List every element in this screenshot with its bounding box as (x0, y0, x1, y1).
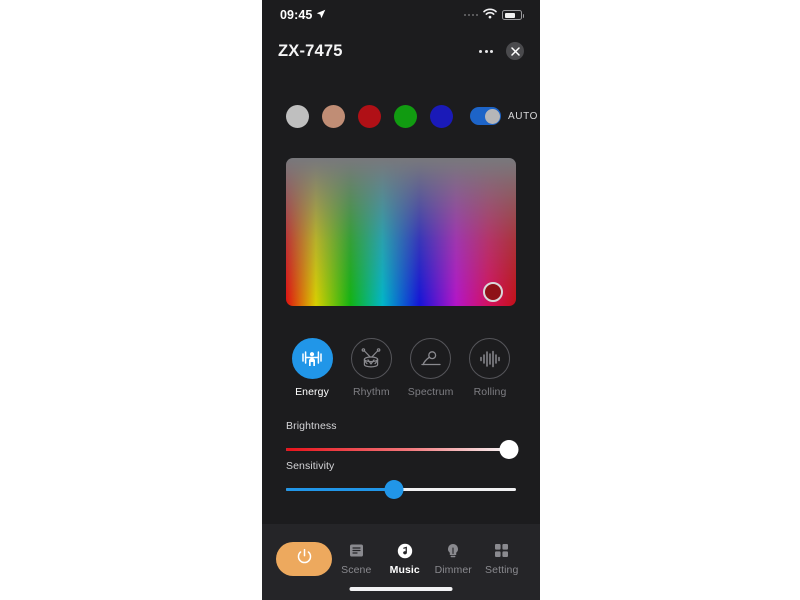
home-indicator (349, 587, 453, 591)
brightness-label: Brightness (286, 420, 337, 432)
wifi-icon (483, 6, 497, 24)
mode-label-energy: Energy (295, 386, 329, 398)
drum-icon (350, 338, 392, 379)
page-title: ZX-7475 (278, 41, 343, 60)
light-bulb-icon (446, 542, 460, 559)
grid-squares-icon (494, 542, 509, 559)
brightness-slider[interactable] (286, 439, 519, 459)
power-button[interactable] (276, 542, 332, 576)
waveform-icon (469, 338, 511, 379)
mode-button-spectrum[interactable]: Spectrum (405, 338, 457, 398)
music-note-icon (397, 542, 413, 559)
power-icon (296, 548, 313, 570)
brightness-thumb[interactable] (499, 439, 519, 459)
swatch-tan[interactable] (322, 104, 345, 128)
header-actions (478, 42, 524, 60)
close-icon[interactable] (506, 42, 524, 60)
nav-label-setting: Setting (485, 564, 519, 576)
color-picker-handle[interactable] (483, 282, 503, 302)
bottom-nav: Scene Music Dimmer Setting (262, 535, 540, 583)
swatch-blue[interactable] (430, 104, 453, 128)
status-bar: 09:45 (262, 0, 540, 30)
nav-item-dimmer[interactable]: Dimmer (429, 542, 478, 576)
status-bar-right (463, 6, 524, 24)
sensitivity-slider[interactable] (286, 479, 516, 499)
signal-dots-icon (463, 13, 478, 17)
swatch-green[interactable] (394, 104, 417, 128)
brightness-slider-group: Brightness (286, 420, 519, 459)
music-mode-selector: Energy Rhythm Spectrum Rolling (286, 338, 516, 398)
battery-icon (502, 10, 524, 20)
scene-list-icon (349, 542, 364, 559)
sensitivity-slider-group: Sensitivity (286, 460, 516, 499)
more-horizontal-icon[interactable] (478, 46, 494, 57)
preset-swatch-row: AUTO (262, 100, 540, 132)
location-arrow-icon (316, 6, 326, 24)
nav-label-dimmer: Dimmer (434, 564, 472, 576)
mode-button-rolling[interactable]: Rolling (464, 338, 516, 398)
mode-label-rolling: Rolling (473, 386, 507, 398)
status-bar-left: 09:45 (280, 6, 326, 24)
status-time: 09:45 (280, 8, 313, 22)
color-picker-gradient[interactable] (286, 158, 516, 306)
nav-label-scene: Scene (341, 564, 372, 576)
auto-toggle[interactable] (470, 107, 501, 125)
sensitivity-track-fill (286, 487, 395, 491)
brightness-track-fill (286, 447, 510, 451)
mode-label-spectrum: Spectrum (407, 386, 454, 398)
auto-toggle-group: AUTO (470, 107, 538, 125)
nav-item-setting[interactable]: Setting (478, 542, 527, 576)
swatch-white[interactable] (286, 104, 309, 128)
mode-label-rhythm: Rhythm (352, 386, 390, 398)
spiral-icon (410, 338, 452, 379)
weightlifter-icon (291, 338, 333, 379)
bottom-bar: Scene Music Dimmer Setting (262, 524, 540, 600)
phone-screen: 09:45 ZX-7475 AUTO Energy Rhythm Spectru… (262, 0, 540, 600)
page-root: 09:45 ZX-7475 AUTO Energy Rhythm Spectru… (0, 0, 800, 600)
nav-label-music: Music (389, 564, 420, 576)
mode-button-rhythm[interactable]: Rhythm (345, 338, 397, 398)
sensitivity-label: Sensitivity (286, 460, 335, 472)
nav-item-scene[interactable]: Scene (332, 542, 381, 576)
swatch-red[interactable] (358, 104, 381, 128)
sensitivity-thumb[interactable] (384, 479, 404, 499)
header-bar: ZX-7475 (262, 34, 540, 68)
color-picker[interactable] (286, 158, 516, 306)
auto-toggle-label: AUTO (508, 110, 538, 122)
mode-button-energy[interactable]: Energy (286, 338, 338, 398)
nav-item-music[interactable]: Music (381, 542, 430, 576)
